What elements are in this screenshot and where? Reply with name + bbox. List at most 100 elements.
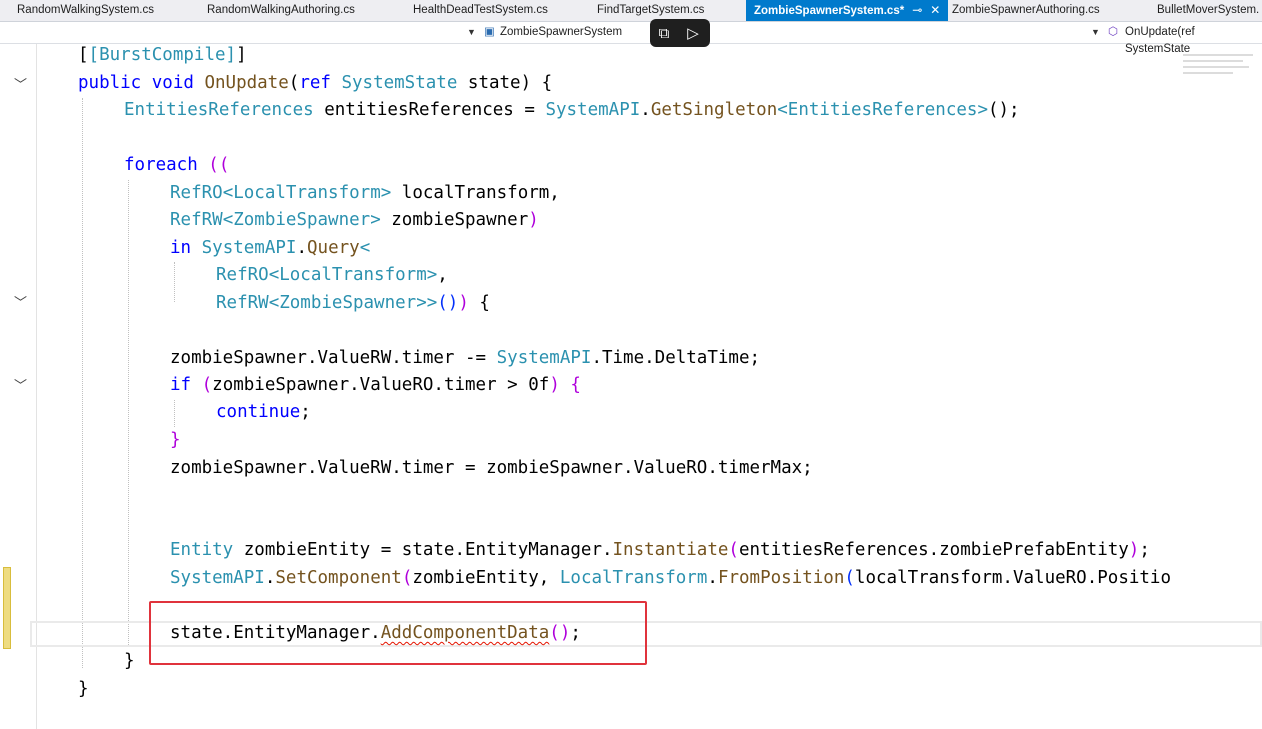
code-token: . [296,238,307,258]
code-token: public [78,73,142,93]
code-token: entitiesReferences = [313,100,546,120]
code-token: state) { [457,73,553,93]
code-token: .Time.DeltaTime; [591,348,761,368]
fold-chevron-icon[interactable]: ﹀ [14,297,28,311]
member-selector[interactable]: OnUpdate(ref SystemState [1125,24,1262,55]
code-token: continue [216,402,301,422]
code-token: OnUpdate [204,73,289,93]
code-token: Entity [170,540,234,560]
floating-toolbar: ⧉ ▷ [650,19,710,47]
code-token: entitiesReferences.zombiePrefabEntity [738,540,1129,560]
screen-capture-icon[interactable]: ▷ [683,23,703,43]
code-token: GetSingleton [650,100,778,120]
code-token: SystemAPI [201,238,297,258]
code-token: ref [299,73,331,93]
chevron-down-icon[interactable]: ▼ [467,24,476,41]
pin-icon[interactable]: ⊸ [912,3,922,17]
picture-in-picture-icon[interactable]: ⧉ [654,23,674,43]
code-token: ) [549,375,560,395]
code-line: public void OnUpdate(ref SystemState sta… [78,70,552,97]
code-token: } [78,679,89,699]
code-line: SystemAPI.SetComponent(zombieEntity, Loc… [170,565,1171,592]
code-token: <LocalTransform> [268,265,438,285]
tab-find-target-system[interactable]: FindTargetSystem.cs [597,0,704,21]
class-icon: ▣ [484,26,495,38]
code-token: zombieSpawner.ValueRW.timer = zombieSpaw… [170,458,813,478]
code-line: [[BurstCompile]] [78,45,247,65]
code-line: continue; [216,399,311,426]
tab-zombie-spawner-authoring[interactable]: ZombieSpawnerAuthoring.cs [952,0,1100,21]
code-token: { [468,293,490,313]
code-token: void [151,73,194,93]
navigation-bar: ▼ ▣ ZombieSpawnerSystem ▼ ⬡ OnUpdate(ref… [0,22,1262,55]
code-line: in SystemAPI.Query< [170,235,370,262]
code-token: 0f [528,375,550,395]
minimap[interactable] [1183,52,1258,82]
code-token: } [124,651,135,671]
indent-guide [128,180,129,645]
tab-health-dead-test-system[interactable]: HealthDeadTestSystem.cs [413,0,548,21]
code-line: } [124,648,135,675]
indent-guide [174,400,175,427]
code-line: } [78,676,89,703]
code-token: ( [288,73,300,93]
code-token: zombieEntity = state.EntityManager. [233,540,613,560]
indent-guide [82,98,83,668]
code-token: { [570,375,581,395]
code-token: ( [728,540,739,560]
code-line: RefRW<ZombieSpawner>>()) { [216,290,490,317]
code-line: RefRO<LocalTransform>, [216,262,448,289]
code-token: <ZombieSpawner>> [268,293,438,313]
code-line: RefRW<ZombieSpawner> zombieSpawner) [170,207,539,234]
tab-label: ZombieSpawnerSystem.cs* [754,5,905,17]
code-line: zombieSpawner.ValueRW.timer -= SystemAPI… [170,345,760,372]
code-token: ) [1128,540,1140,560]
code-line: if (zombieSpawner.ValueRO.timer > 0f) { [170,372,581,399]
code-token: SetComponent [275,568,402,588]
code-token: (( [197,155,230,175]
code-token: . [640,100,651,120]
method-icon: ⬡ [1108,26,1119,38]
code-token: zombieSpawner [380,210,529,230]
close-icon[interactable]: ✕ [930,3,940,17]
tab-zombie-spawner-system[interactable]: ZombieSpawnerSystem.cs* ⊸ ✕ [746,0,949,21]
code-token: ; [300,402,311,422]
code-token: zombieEntity, [412,568,560,588]
code-token: SystemState [341,73,458,93]
code-token: RefRW [170,210,223,230]
code-token: SystemAPI [496,348,592,368]
code-token: () [437,293,459,313]
code-token: ; [1139,540,1150,560]
tab-random-walking-authoring[interactable]: RandomWalkingAuthoring.cs [207,0,355,21]
change-marker [3,567,11,649]
code-token: if [170,375,192,395]
code-line: foreach (( [124,152,229,179]
code-token: . [264,568,276,588]
code-token: (); [987,100,1020,120]
code-token: in [170,238,192,258]
type-selector[interactable]: ZombieSpawnerSystem [500,24,622,41]
code-token: Instantiate [612,540,729,560]
tab-bullet-mover-system[interactable]: BulletMoverSystem. [1157,0,1259,21]
code-token: <ZombieSpawner> [222,210,381,230]
indent-guide [174,262,175,302]
code-line: RefRO<LocalTransform> localTransform, [170,180,560,207]
tab-random-walking-system[interactable]: RandomWalkingSystem.cs [17,0,154,21]
code-line: } [170,427,181,454]
code-line: EntitiesReferences entitiesReferences = … [124,97,1020,124]
code-token: RefRW [216,293,269,313]
code-line: Entity zombieEntity = state.EntityManage… [170,537,1150,564]
code-token: foreach [124,155,198,175]
fold-chevron-icon[interactable]: ﹀ [14,79,28,93]
code-token: [BurstCompile] [88,45,237,65]
code-token: ( [844,568,855,588]
code-token: <EntitiesReferences> [777,100,988,120]
code-token: FromPosition [717,568,845,588]
code-token: < [359,238,371,258]
chevron-down-icon[interactable]: ▼ [1091,24,1100,41]
code-token: , [437,265,448,285]
code-token: ( [191,375,213,395]
fold-chevron-icon[interactable]: ﹀ [14,380,28,394]
code-token: SystemAPI [170,568,265,588]
